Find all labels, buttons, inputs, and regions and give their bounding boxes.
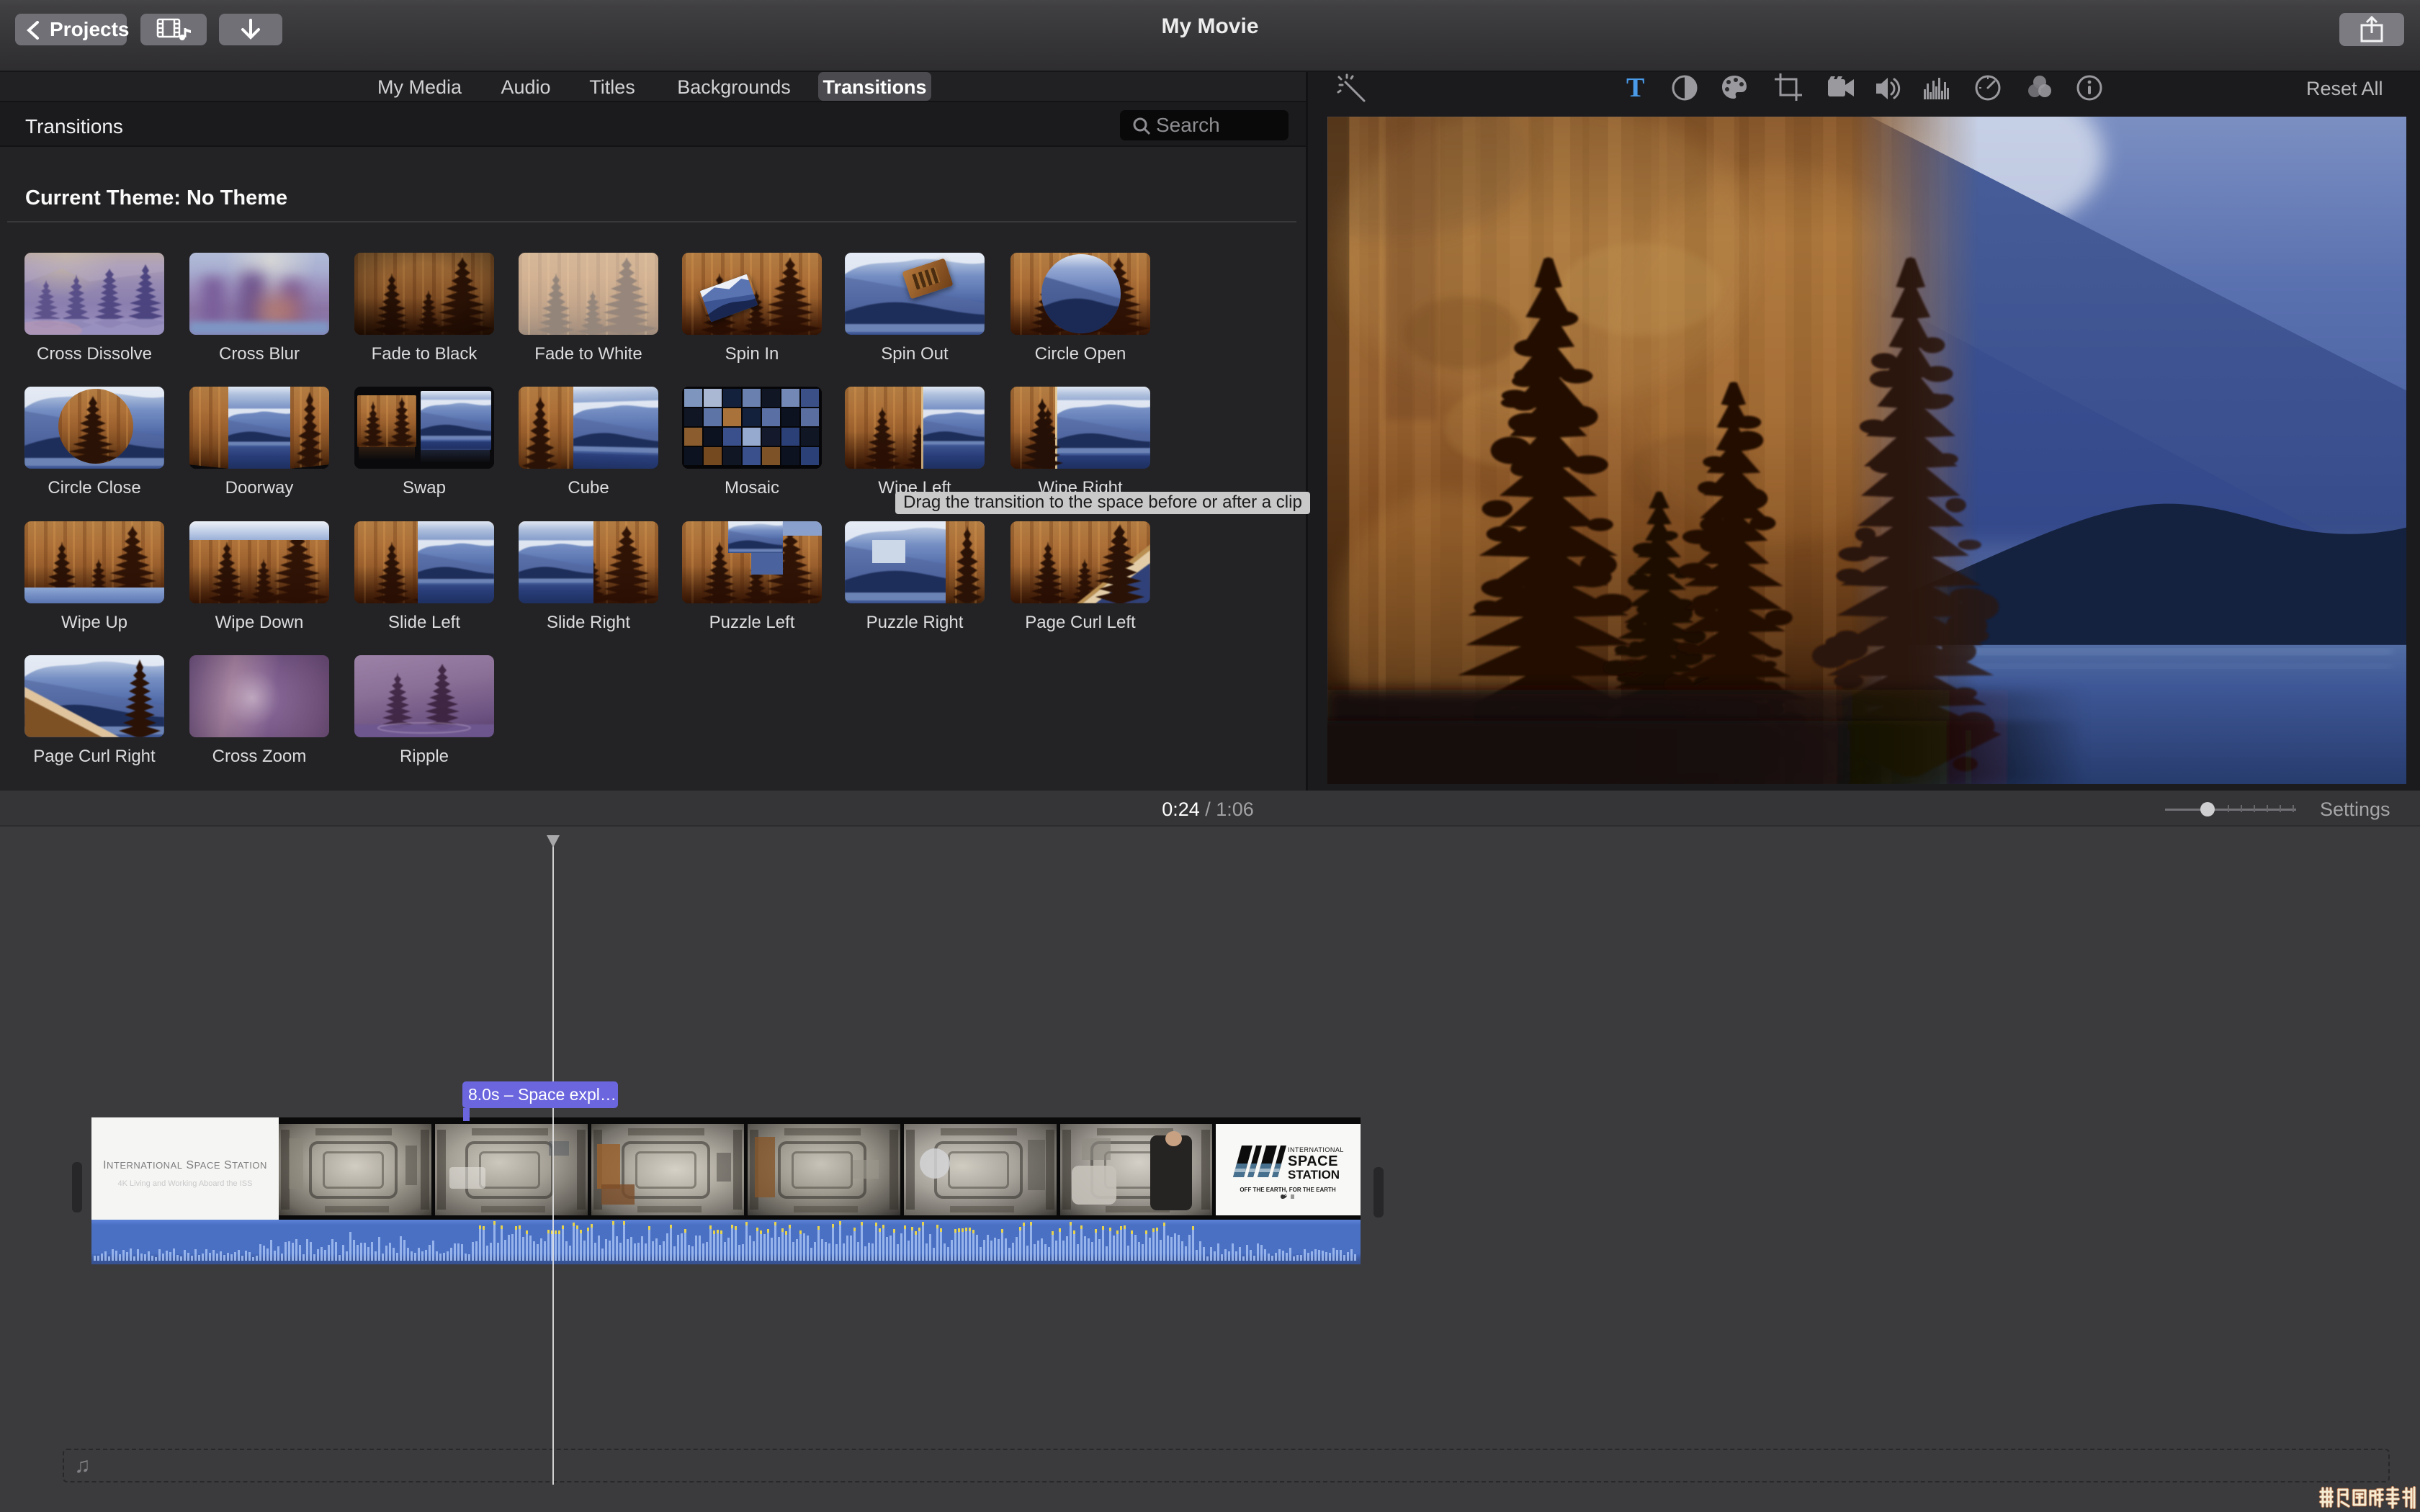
svg-text:T: T	[1626, 73, 1644, 103]
svg-text:INTERNATIONAL: INTERNATIONAL	[1288, 1146, 1344, 1153]
svg-text:OFF THE EARTH, FOR THE EARTH: OFF THE EARTH, FOR THE EARTH	[1240, 1187, 1336, 1193]
svg-text:SPACE: SPACE	[1288, 1153, 1338, 1169]
svg-text:STATION: STATION	[1288, 1168, 1340, 1182]
